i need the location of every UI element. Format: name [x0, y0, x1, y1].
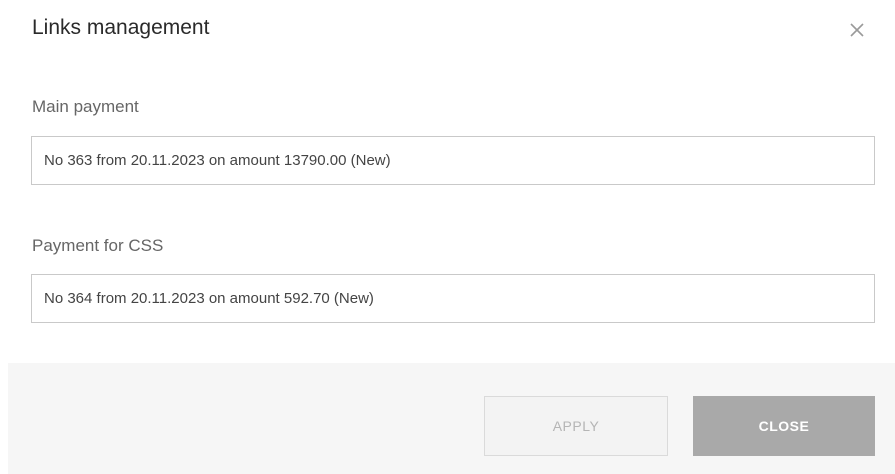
dialog-title: Links management — [32, 16, 210, 39]
close-icon[interactable] — [846, 19, 868, 41]
css-payment-field[interactable]: No 364 from 20.11.2023 on amount 592.70 … — [31, 274, 875, 323]
dialog-header: Links management — [0, 0, 895, 64]
main-payment-label: Main payment — [32, 97, 139, 116]
links-management-dialog: Links management Main payment No 363 fro… — [0, 0, 895, 474]
close-button[interactable]: CLOSE — [693, 396, 875, 456]
main-payment-field[interactable]: No 363 from 20.11.2023 on amount 13790.0… — [31, 136, 875, 185]
css-payment-label: Payment for CSS — [32, 236, 164, 255]
apply-button[interactable]: APPLY — [484, 396, 668, 456]
